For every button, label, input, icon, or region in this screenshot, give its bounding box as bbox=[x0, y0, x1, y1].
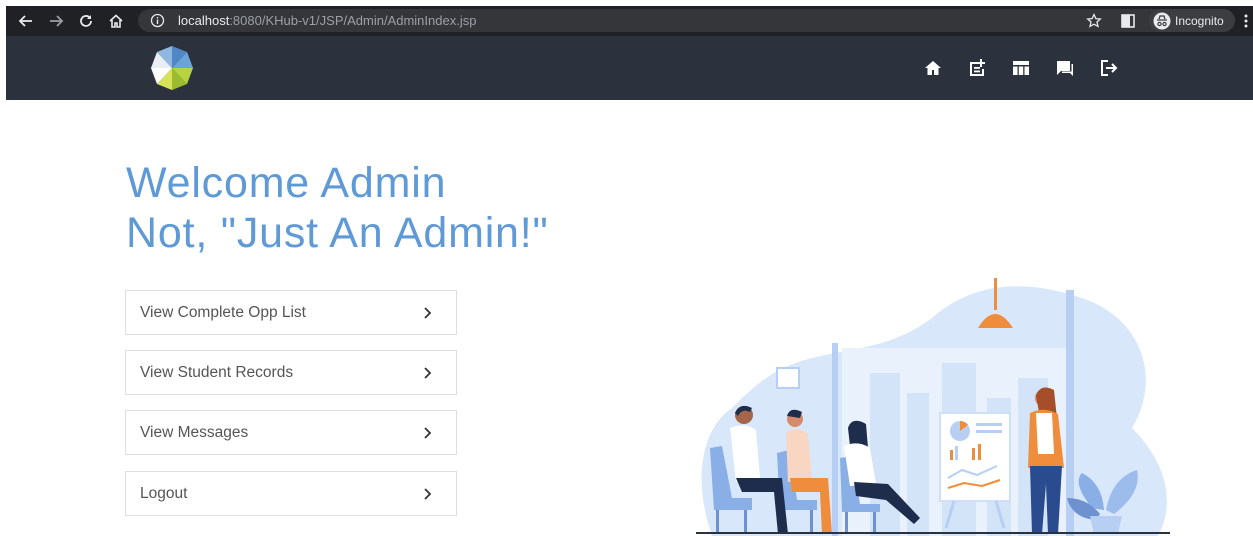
add-post-icon[interactable] bbox=[965, 56, 989, 80]
browser-toolbar: localhost:8080/KHub-v1/JSP/Admin/AdminIn… bbox=[6, 6, 1253, 36]
welcome-line-1: Welcome Admin bbox=[126, 159, 447, 207]
chevron-right-icon bbox=[424, 427, 432, 439]
table-icon[interactable] bbox=[1009, 56, 1033, 80]
incognito-icon bbox=[1153, 12, 1171, 30]
side-panel-icon[interactable] bbox=[1116, 6, 1140, 36]
app-navbar bbox=[6, 36, 1253, 100]
menu-item-label: View Student Records bbox=[140, 364, 294, 381]
logout-icon[interactable] bbox=[1097, 56, 1121, 80]
info-icon[interactable] bbox=[150, 13, 165, 32]
menu-item-opp-list[interactable]: View Complete Opp List bbox=[125, 290, 457, 335]
browser-menu-icon[interactable] bbox=[1239, 6, 1253, 36]
url-text: localhost:8080/KHub-v1/JSP/Admin/AdminIn… bbox=[178, 13, 477, 28]
welcome-line-2: Not, "Just An Admin!" bbox=[126, 209, 549, 257]
address-bar[interactable]: localhost:8080/KHub-v1/JSP/Admin/AdminIn… bbox=[138, 9, 1182, 32]
chevron-right-icon bbox=[424, 367, 432, 379]
back-arrow-icon[interactable] bbox=[14, 6, 38, 36]
menu-item-label: View Messages bbox=[140, 424, 249, 441]
chevron-right-icon bbox=[424, 488, 432, 500]
menu-item-label: Logout bbox=[140, 485, 188, 502]
menu-item-messages[interactable]: View Messages bbox=[125, 410, 457, 455]
incognito-label: Incognito bbox=[1175, 13, 1224, 28]
reload-icon[interactable] bbox=[74, 6, 98, 36]
meeting-illustration bbox=[696, 278, 1170, 536]
incognito-badge[interactable]: Incognito bbox=[1149, 9, 1235, 32]
menu-item-label: View Complete Opp List bbox=[140, 304, 306, 321]
bookmark-star-icon[interactable] bbox=[1082, 6, 1106, 36]
menu-item-logout[interactable]: Logout bbox=[125, 471, 457, 516]
chevron-right-icon bbox=[424, 307, 432, 319]
home-icon[interactable] bbox=[921, 56, 945, 80]
home-browser-icon[interactable] bbox=[104, 6, 128, 36]
menu-item-student-records[interactable]: View Student Records bbox=[125, 350, 457, 395]
messages-icon[interactable] bbox=[1053, 56, 1077, 80]
forward-arrow-icon[interactable] bbox=[44, 6, 68, 36]
welcome-heading: Welcome Admin Not, "Just An Admin!" bbox=[126, 158, 549, 258]
khub-logo[interactable] bbox=[146, 42, 198, 94]
